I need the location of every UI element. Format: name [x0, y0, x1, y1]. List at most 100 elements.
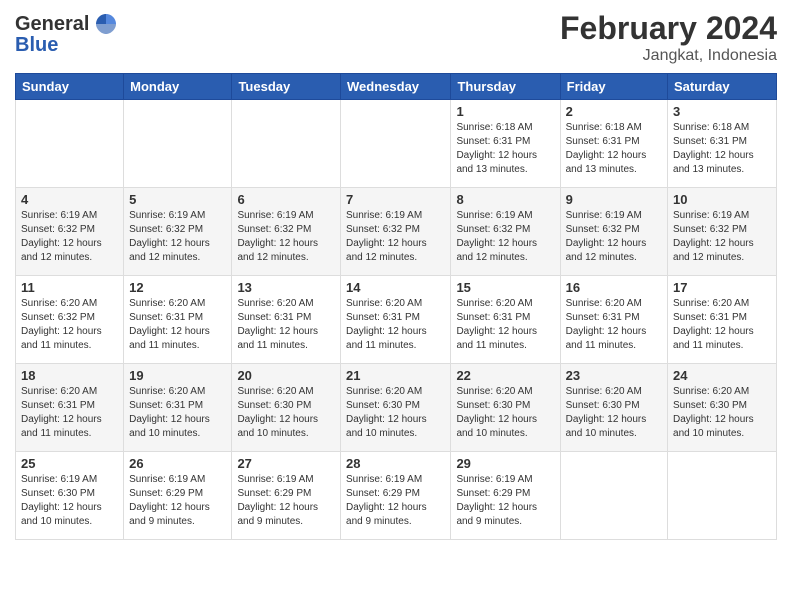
calendar-cell: 14 Sunrise: 6:20 AM Sunset: 6:31 PM Dayli… [341, 276, 451, 364]
calendar-cell: 15 Sunrise: 6:20 AM Sunset: 6:31 PM Dayli… [451, 276, 560, 364]
calendar-table: SundayMondayTuesdayWednesdayThursdayFrid… [15, 73, 777, 540]
calendar-cell: 28 Sunrise: 6:19 AM Sunset: 6:29 PM Dayli… [341, 452, 451, 540]
day-number: 28 [346, 456, 445, 471]
day-number: 11 [21, 280, 118, 295]
calendar-cell: 3Sunrise: 6:18 AM Sunset: 6:31 PM Daylig… [668, 100, 777, 188]
calendar-week-row: 1 Sunrise: 6:18 AM Sunset: 6:31 PM Daylig… [16, 100, 777, 188]
day-info: Sunrise: 6:19 AM Sunset: 6:32 PM Dayligh… [129, 209, 226, 265]
col-header-friday: Friday [560, 74, 667, 100]
logo-general: General [15, 13, 89, 36]
day-info: Sunrise: 6:20 AM Sunset: 6:30 PM Dayligh… [346, 385, 445, 441]
col-header-thursday: Thursday [451, 74, 560, 100]
day-number: 17 [673, 280, 771, 295]
day-number: 2 [566, 104, 662, 119]
logo: General Blue [15, 10, 120, 57]
calendar-cell [341, 100, 451, 188]
day-info: Sunrise: 6:20 AM Sunset: 6:31 PM Dayligh… [566, 297, 662, 353]
day-info: Sunrise: 6:20 AM Sunset: 6:31 PM Dayligh… [673, 297, 771, 353]
day-number: 25 [21, 456, 118, 471]
day-number: 19 [129, 368, 226, 383]
calendar-cell: 19 Sunrise: 6:20 AM Sunset: 6:31 PM Dayli… [124, 364, 232, 452]
day-number: 15 [456, 280, 554, 295]
calendar-cell: 1 Sunrise: 6:18 AM Sunset: 6:31 PM Daylig… [451, 100, 560, 188]
day-info: Sunrise: 6:20 AM Sunset: 6:31 PM Dayligh… [129, 297, 226, 353]
logo-icon [92, 10, 120, 38]
month-year-title: February 2024 [560, 10, 777, 47]
calendar-cell [124, 100, 232, 188]
calendar-week-row: 4 Sunrise: 6:19 AM Sunset: 6:32 PM Daylig… [16, 188, 777, 276]
col-header-wednesday: Wednesday [341, 74, 451, 100]
calendar-cell: 5 Sunrise: 6:19 AM Sunset: 6:32 PM Daylig… [124, 188, 232, 276]
day-number: 1 [456, 104, 554, 119]
day-info: Sunrise: 6:19 AM Sunset: 6:29 PM Dayligh… [129, 473, 226, 529]
day-info: Sunrise: 6:20 AM Sunset: 6:31 PM Dayligh… [129, 385, 226, 441]
day-info: Sunrise: 6:20 AM Sunset: 6:30 PM Dayligh… [237, 385, 335, 441]
page-container: General Blue February 2024 Jangkat, Indo… [0, 0, 792, 550]
calendar-cell: 22Sunrise: 6:20 AM Sunset: 6:30 PM Dayli… [451, 364, 560, 452]
day-number: 13 [237, 280, 335, 295]
day-info: Sunrise: 6:20 AM Sunset: 6:31 PM Dayligh… [346, 297, 445, 353]
day-info: Sunrise: 6:20 AM Sunset: 6:31 PM Dayligh… [456, 297, 554, 353]
calendar-cell: 9 Sunrise: 6:19 AM Sunset: 6:32 PM Daylig… [560, 188, 667, 276]
day-number: 27 [237, 456, 335, 471]
day-info: Sunrise: 6:18 AM Sunset: 6:31 PM Dayligh… [673, 121, 771, 177]
page-header: General Blue February 2024 Jangkat, Indo… [15, 10, 777, 65]
day-number: 6 [237, 192, 335, 207]
day-info: Sunrise: 6:19 AM Sunset: 6:30 PM Dayligh… [21, 473, 118, 529]
calendar-cell: 23 Sunrise: 6:20 AM Sunset: 6:30 PM Dayli… [560, 364, 667, 452]
day-info: Sunrise: 6:20 AM Sunset: 6:30 PM Dayligh… [673, 385, 771, 441]
day-number: 24 [673, 368, 771, 383]
day-info: Sunrise: 6:19 AM Sunset: 6:29 PM Dayligh… [456, 473, 554, 529]
calendar-cell: 20 Sunrise: 6:20 AM Sunset: 6:30 PM Dayli… [232, 364, 341, 452]
day-number: 4 [21, 192, 118, 207]
calendar-cell: 2 Sunrise: 6:18 AM Sunset: 6:31 PM Daylig… [560, 100, 667, 188]
day-number: 5 [129, 192, 226, 207]
calendar-cell [232, 100, 341, 188]
calendar-cell: 26 Sunrise: 6:19 AM Sunset: 6:29 PM Dayli… [124, 452, 232, 540]
calendar-week-row: 11 Sunrise: 6:20 AM Sunset: 6:32 PM Dayli… [16, 276, 777, 364]
day-number: 22 [456, 368, 554, 383]
calendar-cell: 27 Sunrise: 6:19 AM Sunset: 6:29 PM Dayli… [232, 452, 341, 540]
calendar-week-row: 18 Sunrise: 6:20 AM Sunset: 6:31 PM Dayli… [16, 364, 777, 452]
calendar-cell: 13 Sunrise: 6:20 AM Sunset: 6:31 PM Dayli… [232, 276, 341, 364]
day-info: Sunrise: 6:19 AM Sunset: 6:32 PM Dayligh… [346, 209, 445, 265]
day-number: 20 [237, 368, 335, 383]
day-info: Sunrise: 6:19 AM Sunset: 6:32 PM Dayligh… [456, 209, 554, 265]
day-info: Sunrise: 6:19 AM Sunset: 6:32 PM Dayligh… [673, 209, 771, 265]
calendar-cell: 11 Sunrise: 6:20 AM Sunset: 6:32 PM Dayli… [16, 276, 124, 364]
day-number: 21 [346, 368, 445, 383]
day-info: Sunrise: 6:20 AM Sunset: 6:32 PM Dayligh… [21, 297, 118, 353]
calendar-cell: 7 Sunrise: 6:19 AM Sunset: 6:32 PM Daylig… [341, 188, 451, 276]
day-info: Sunrise: 6:20 AM Sunset: 6:31 PM Dayligh… [21, 385, 118, 441]
day-info: Sunrise: 6:18 AM Sunset: 6:31 PM Dayligh… [566, 121, 662, 177]
title-block: February 2024 Jangkat, Indonesia [560, 10, 777, 65]
calendar-cell: 8 Sunrise: 6:19 AM Sunset: 6:32 PM Daylig… [451, 188, 560, 276]
col-header-tuesday: Tuesday [232, 74, 341, 100]
calendar-cell [16, 100, 124, 188]
day-number: 23 [566, 368, 662, 383]
day-info: Sunrise: 6:19 AM Sunset: 6:29 PM Dayligh… [346, 473, 445, 529]
day-info: Sunrise: 6:20 AM Sunset: 6:31 PM Dayligh… [237, 297, 335, 353]
day-number: 9 [566, 192, 662, 207]
day-number: 7 [346, 192, 445, 207]
day-info: Sunrise: 6:20 AM Sunset: 6:30 PM Dayligh… [566, 385, 662, 441]
day-info: Sunrise: 6:19 AM Sunset: 6:32 PM Dayligh… [237, 209, 335, 265]
col-header-monday: Monday [124, 74, 232, 100]
calendar-header-row: SundayMondayTuesdayWednesdayThursdayFrid… [16, 74, 777, 100]
day-number: 18 [21, 368, 118, 383]
day-number: 26 [129, 456, 226, 471]
calendar-week-row: 25 Sunrise: 6:19 AM Sunset: 6:30 PM Dayli… [16, 452, 777, 540]
day-number: 12 [129, 280, 226, 295]
calendar-cell: 17 Sunrise: 6:20 AM Sunset: 6:31 PM Dayli… [668, 276, 777, 364]
location-subtitle: Jangkat, Indonesia [560, 47, 777, 65]
day-number: 8 [456, 192, 554, 207]
calendar-cell: 10Sunrise: 6:19 AM Sunset: 6:32 PM Dayli… [668, 188, 777, 276]
calendar-cell: 16Sunrise: 6:20 AM Sunset: 6:31 PM Dayli… [560, 276, 667, 364]
calendar-cell: 21 Sunrise: 6:20 AM Sunset: 6:30 PM Dayli… [341, 364, 451, 452]
day-info: Sunrise: 6:19 AM Sunset: 6:32 PM Dayligh… [566, 209, 662, 265]
day-number: 29 [456, 456, 554, 471]
col-header-saturday: Saturday [668, 74, 777, 100]
day-number: 14 [346, 280, 445, 295]
day-info: Sunrise: 6:18 AM Sunset: 6:31 PM Dayligh… [456, 121, 554, 177]
day-info: Sunrise: 6:19 AM Sunset: 6:29 PM Dayligh… [237, 473, 335, 529]
